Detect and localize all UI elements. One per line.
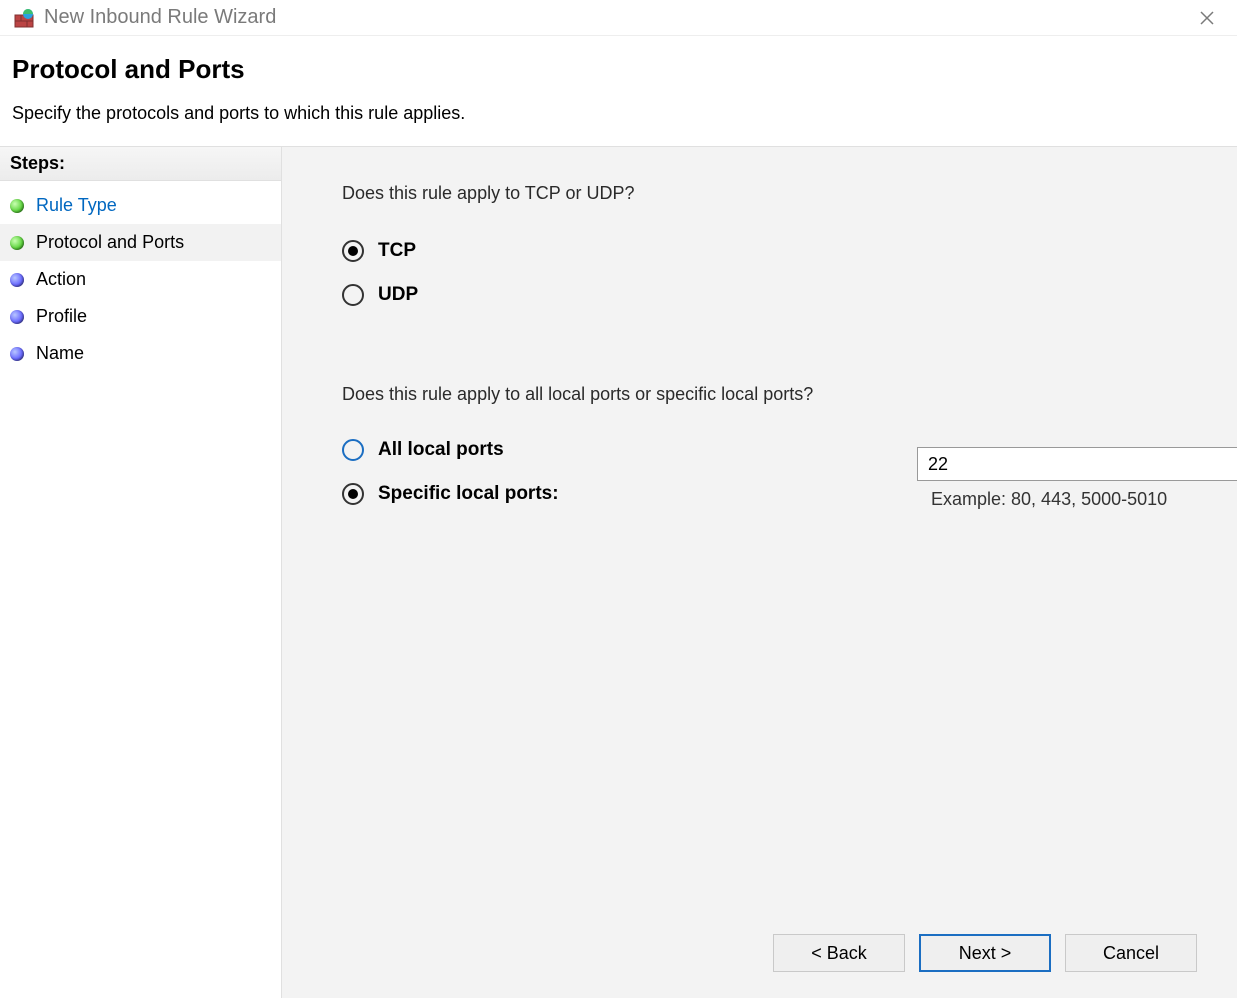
radio-button-icon[interactable] <box>342 240 364 262</box>
radio-label: Specific local ports: <box>378 483 559 505</box>
next-button[interactable]: Next > <box>919 934 1051 972</box>
ports-example-text: Example: 80, 443, 5000-5010 <box>917 489 1237 510</box>
radio-button-icon[interactable] <box>342 483 364 505</box>
ports-question: Does this rule apply to all local ports … <box>342 384 1189 405</box>
step-label: Name <box>36 343 84 364</box>
step-bullet-icon <box>10 347 24 361</box>
sidebar-heading: Steps: <box>0 147 281 181</box>
specific-ports-input[interactable] <box>917 447 1237 481</box>
step-protocol-ports[interactable]: Protocol and Ports <box>0 224 281 261</box>
cancel-button[interactable]: Cancel <box>1065 934 1197 972</box>
step-label: Rule Type <box>36 195 117 216</box>
window-title: New Inbound Rule Wizard <box>44 6 276 29</box>
protocol-question: Does this rule apply to TCP or UDP? <box>342 183 1189 204</box>
step-rule-type[interactable]: Rule Type <box>0 187 281 224</box>
radio-tcp[interactable]: TCP <box>342 240 1189 262</box>
step-name[interactable]: Name <box>0 335 281 372</box>
titlebar: New Inbound Rule Wizard <box>0 0 1237 36</box>
page-subtitle: Specify the protocols and ports to which… <box>12 103 1225 124</box>
step-bullet-icon <box>10 273 24 287</box>
radio-udp[interactable]: UDP <box>342 284 1189 306</box>
button-bar: < Back Next > Cancel <box>773 934 1197 972</box>
step-profile[interactable]: Profile <box>0 298 281 335</box>
back-button[interactable]: < Back <box>773 934 905 972</box>
radio-label: UDP <box>378 284 418 306</box>
port-input-area: Example: 80, 443, 5000-5010 <box>917 447 1237 510</box>
steps-list: Rule Type Protocol and Ports Action Prof… <box>0 181 281 372</box>
firewall-icon <box>14 8 34 28</box>
step-label: Action <box>36 269 86 290</box>
page-header: Protocol and Ports Specify the protocols… <box>0 36 1237 146</box>
radio-button-icon[interactable] <box>342 439 364 461</box>
step-action[interactable]: Action <box>0 261 281 298</box>
step-bullet-icon <box>10 236 24 250</box>
radio-label: TCP <box>378 240 416 262</box>
close-button[interactable] <box>1189 4 1225 32</box>
page-title: Protocol and Ports <box>12 54 1225 85</box>
step-bullet-icon <box>10 199 24 213</box>
sidebar: Steps: Rule Type Protocol and Ports Acti… <box>0 147 282 998</box>
main-panel: Does this rule apply to TCP or UDP? TCP … <box>282 147 1237 998</box>
radio-button-icon[interactable] <box>342 284 364 306</box>
step-bullet-icon <box>10 310 24 324</box>
step-label: Protocol and Ports <box>36 232 184 253</box>
body-split: Steps: Rule Type Protocol and Ports Acti… <box>0 147 1237 998</box>
radio-label: All local ports <box>378 439 504 461</box>
step-label: Profile <box>36 306 87 327</box>
